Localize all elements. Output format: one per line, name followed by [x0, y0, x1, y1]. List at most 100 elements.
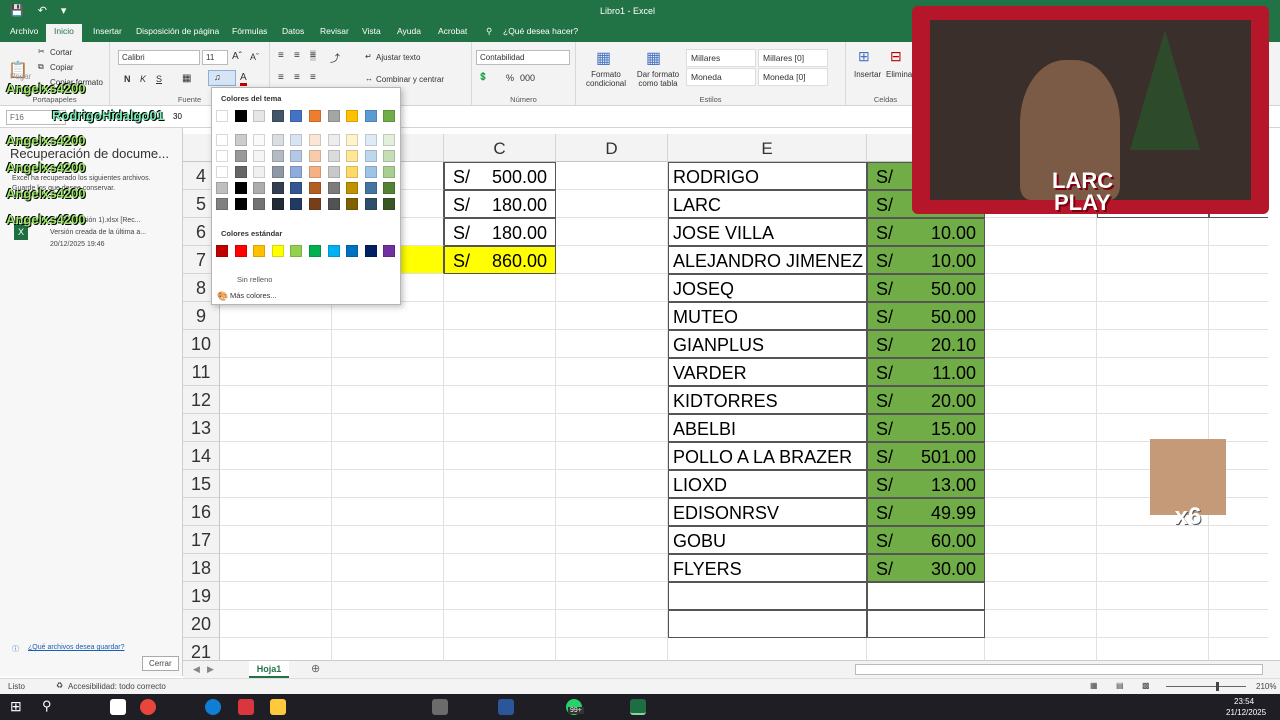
donor-name[interactable]: FLYERS	[668, 554, 867, 582]
calculator-icon[interactable]	[432, 699, 448, 715]
empty-cell[interactable]	[556, 582, 668, 610]
donor-name[interactable]: LARC	[668, 190, 867, 218]
theme-color-swatch[interactable]	[383, 182, 396, 194]
theme-color-swatch[interactable]	[216, 134, 228, 146]
font-size-select[interactable]: 11	[202, 50, 228, 65]
empty-cell[interactable]	[332, 638, 444, 662]
standard-color-swatch[interactable]	[309, 245, 321, 257]
close-recovery-button[interactable]: Cerrar	[142, 656, 179, 671]
empty-cell[interactable]	[556, 526, 668, 554]
align-center-icon[interactable]: ≡	[294, 72, 300, 83]
empty-cell[interactable]	[220, 582, 332, 610]
theme-color-swatch[interactable]	[271, 182, 284, 194]
horizontal-scrollbar[interactable]	[855, 664, 1263, 675]
theme-color-swatch[interactable]	[327, 150, 340, 162]
orientation-icon[interactable]: ⤴	[330, 50, 340, 65]
empty-bordered-cell[interactable]	[867, 610, 985, 638]
empty-cell[interactable]	[1097, 638, 1209, 662]
italic-button[interactable]: K	[140, 74, 146, 84]
donation-amount[interactable]: S/13.00	[867, 470, 985, 498]
empty-cell[interactable]	[1097, 582, 1209, 610]
empty-cell[interactable]	[444, 414, 556, 442]
zoom-slider[interactable]	[1166, 686, 1246, 687]
empty-cell[interactable]	[556, 274, 668, 302]
search-icon[interactable]: ⚲	[42, 698, 52, 714]
empty-cell[interactable]	[1209, 218, 1268, 246]
donation-amount[interactable]: S/10.00	[867, 246, 985, 274]
empty-cell[interactable]	[1097, 610, 1209, 638]
theme-color-swatch[interactable]	[346, 110, 359, 122]
empty-cell[interactable]	[985, 302, 1097, 330]
empty-cell[interactable]	[220, 442, 332, 470]
empty-cell[interactable]	[867, 638, 985, 662]
tab-inicio[interactable]: Inicio	[46, 24, 82, 42]
tell-me-search[interactable]: ¿Qué desea hacer?	[503, 26, 578, 36]
page-layout-icon[interactable]: ▤	[1116, 681, 1124, 690]
standard-color-swatch[interactable]	[216, 245, 228, 257]
column-header-c[interactable]: C	[444, 134, 556, 162]
theme-color-swatch[interactable]	[234, 150, 247, 162]
empty-cell[interactable]	[985, 582, 1097, 610]
zoom-level[interactable]: 210%	[1256, 682, 1276, 691]
empty-cell[interactable]	[444, 302, 556, 330]
theme-color-swatch[interactable]	[290, 182, 303, 194]
empty-cell[interactable]	[332, 526, 444, 554]
empty-cell[interactable]	[1209, 274, 1268, 302]
theme-color-swatch[interactable]	[327, 110, 340, 122]
format-table-icon[interactable]: ▦	[646, 48, 661, 68]
row-header[interactable]: 18	[183, 554, 220, 582]
borders-icon[interactable]: ▦	[182, 73, 191, 84]
theme-color-swatch[interactable]	[290, 134, 303, 146]
empty-cell[interactable]	[985, 470, 1097, 498]
delete-cells-icon[interactable]: ⊟	[890, 48, 902, 65]
theme-color-swatch[interactable]	[271, 198, 284, 210]
tab-ayuda[interactable]: Ayuda	[397, 26, 421, 36]
theme-color-swatch[interactable]	[327, 182, 340, 194]
no-fill-option[interactable]: Sin relleno	[237, 275, 272, 284]
empty-cell[interactable]	[556, 246, 668, 274]
empty-cell[interactable]	[1097, 246, 1209, 274]
delete-cells-button[interactable]: Eliminar	[886, 70, 915, 79]
theme-color-swatch[interactable]	[234, 110, 247, 122]
row-header[interactable]: 15	[183, 470, 220, 498]
row-header[interactable]: 14	[183, 442, 220, 470]
empty-cell[interactable]	[1209, 330, 1268, 358]
empty-cell[interactable]	[985, 330, 1097, 358]
empty-cell[interactable]	[444, 498, 556, 526]
donation-amount[interactable]: S/49.99	[867, 498, 985, 526]
empty-cell[interactable]	[220, 358, 332, 386]
empty-cell[interactable]	[1097, 218, 1209, 246]
accessibility-icon[interactable]: ♻	[56, 681, 63, 690]
theme-color-swatch[interactable]	[309, 110, 321, 122]
comma-style-button[interactable]: 000	[520, 73, 535, 83]
number-format-select[interactable]: Contabilidad	[476, 50, 570, 65]
empty-cell[interactable]	[985, 498, 1097, 526]
undo-icon[interactable]: ↶	[38, 4, 47, 17]
tab-formulas[interactable]: Fórmulas	[232, 26, 267, 36]
align-left-icon[interactable]: ≡	[278, 72, 284, 83]
donor-name[interactable]: ALEJANDRO JIMENEZ	[668, 246, 867, 274]
donation-amount[interactable]: S/20.10	[867, 330, 985, 358]
empty-cell[interactable]	[444, 554, 556, 582]
percent-button[interactable]: %	[506, 73, 514, 83]
donor-name[interactable]: VARDER	[668, 358, 867, 386]
add-sheet-icon[interactable]: ⊕	[311, 662, 320, 675]
standard-color-swatch[interactable]	[253, 245, 266, 257]
empty-cell[interactable]	[444, 358, 556, 386]
cell-c-amount[interactable]: S/860.00	[444, 246, 556, 274]
theme-color-swatch[interactable]	[253, 198, 266, 210]
empty-cell[interactable]	[220, 386, 332, 414]
media-icon[interactable]	[238, 699, 254, 715]
row-header[interactable]: 12	[183, 386, 220, 414]
empty-cell[interactable]	[985, 358, 1097, 386]
theme-color-swatch[interactable]	[234, 134, 247, 146]
donation-amount[interactable]: S/15.00	[867, 414, 985, 442]
clock-date[interactable]: 21/12/2025	[1226, 708, 1266, 717]
theme-color-swatch[interactable]	[290, 198, 303, 210]
donor-name[interactable]: GIANPLUS	[668, 330, 867, 358]
column-header-d[interactable]: D	[556, 134, 668, 162]
empty-cell[interactable]	[444, 470, 556, 498]
align-right-icon[interactable]: ≡	[310, 72, 316, 83]
empty-bordered-cell[interactable]	[668, 610, 867, 638]
paste-button[interactable]: Pegar	[10, 72, 31, 81]
